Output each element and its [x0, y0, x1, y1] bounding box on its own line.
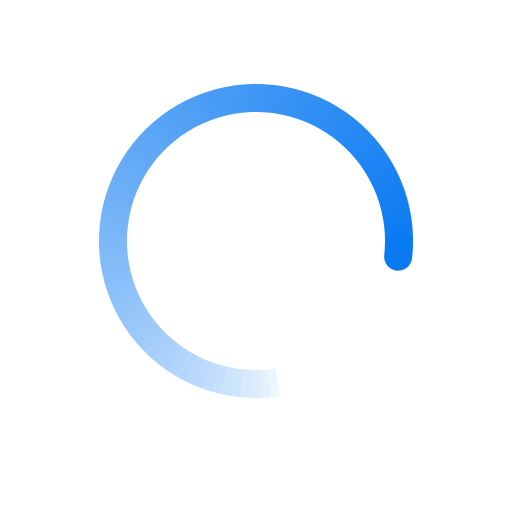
spinner-arc-segment — [353, 137, 382, 164]
spinner-arc-segment — [136, 324, 165, 352]
spinner-arc-segment — [384, 232, 413, 271]
spinner-arc-segment — [100, 259, 130, 275]
spinner-arc-segment — [265, 368, 280, 398]
spinner-arc-segment — [145, 121, 173, 150]
spinner-arc-segment — [300, 93, 321, 124]
spinner-arc-segment — [358, 145, 388, 171]
spinner-arc-segment — [99, 223, 128, 237]
spinner-arc-segment — [107, 282, 138, 303]
spinner-arc-segment — [132, 135, 161, 162]
spinner-arc-segment — [200, 361, 220, 392]
loading-spinner-icon — [99, 84, 413, 398]
spinner-arc-segment — [152, 115, 179, 144]
spinner-arc-segment — [367, 161, 397, 185]
spinner-arc-segment — [292, 90, 312, 121]
spinner-arc-segment — [102, 267, 132, 284]
spinner-arc-segment — [219, 366, 236, 396]
spinner-arc-segment — [150, 336, 177, 365]
spinner-arc-segment — [99, 214, 129, 229]
spinner-arc-segment — [257, 369, 270, 398]
spinner-arc-segment — [315, 101, 339, 132]
spinner-arc-segment — [341, 123, 369, 152]
spinner-arc-segment — [276, 86, 293, 116]
spinner-arc-segment — [268, 84, 283, 114]
spinner-arc-segment — [101, 204, 131, 221]
spinner-arc-segment — [222, 85, 238, 115]
spinner-arc-segment — [108, 176, 139, 197]
spinner-arc-segment — [112, 167, 143, 190]
spinner-arc-segment — [124, 311, 154, 337]
spinner-arc-segment — [335, 117, 362, 146]
spinner-arc-segment — [110, 290, 141, 312]
spinner-arc-segment — [347, 130, 376, 158]
spinner-arc-segment — [99, 242, 128, 255]
spinner-arc-segment — [176, 100, 200, 130]
spinner-arc-segment — [371, 170, 402, 192]
spinner-arc-segment — [121, 150, 151, 175]
spinner-arc-segment — [383, 217, 413, 232]
spinner-arc-segment — [322, 106, 347, 136]
spinner-arc-segment — [104, 274, 135, 294]
spinner-arc-segment — [102, 194, 133, 213]
spinner-arc-segment — [173, 350, 197, 381]
spinner-arc-segment — [242, 84, 255, 113]
spinner-arc-segment — [105, 185, 136, 205]
spinner-arc-segment — [116, 158, 147, 182]
spinner-arc-segment — [260, 84, 274, 113]
spinner-arc-segment — [99, 250, 129, 265]
spinner-arc-segment — [191, 358, 212, 389]
spinner-arc — [99, 84, 413, 398]
spinner-arc-segment — [238, 369, 252, 398]
spinner-arc-segment — [307, 97, 330, 128]
spinner-arc-segment — [209, 364, 228, 395]
spinner-arc-segment — [229, 368, 244, 398]
spinner-arc-segment — [160, 109, 186, 139]
spinner-arc-segment — [363, 153, 393, 178]
spinner-arc-segment — [130, 318, 159, 345]
spinner-arc-segment — [138, 128, 167, 156]
spinner-arc-segment — [213, 87, 230, 117]
spinner-arc-segment — [182, 354, 205, 385]
spinner-arc-segment — [115, 297, 145, 321]
spinner-arc-segment — [382, 207, 412, 223]
spinner-arc-segment — [274, 367, 290, 397]
spinner-arc-segment — [232, 84, 247, 114]
spinner-arc-segment — [143, 330, 171, 359]
spinner-arc-segment — [194, 92, 215, 123]
spinner-arc-segment — [126, 142, 156, 168]
spinner-arc-segment — [165, 346, 190, 376]
spinner-arc-segment — [168, 104, 193, 134]
spinner-arc-segment — [203, 89, 223, 120]
spinner-arc-segment — [185, 95, 207, 126]
loading-screen — [0, 0, 512, 512]
spinner-arc-segment — [374, 179, 405, 200]
spinner-arc-segment — [329, 111, 355, 141]
spinner-arc-segment — [377, 188, 408, 208]
spinner-arc-segment — [380, 198, 410, 215]
spinner-arc-segment — [119, 304, 149, 329]
spinner-arc-segment — [284, 87, 303, 118]
spinner-arc-segment — [157, 341, 183, 371]
